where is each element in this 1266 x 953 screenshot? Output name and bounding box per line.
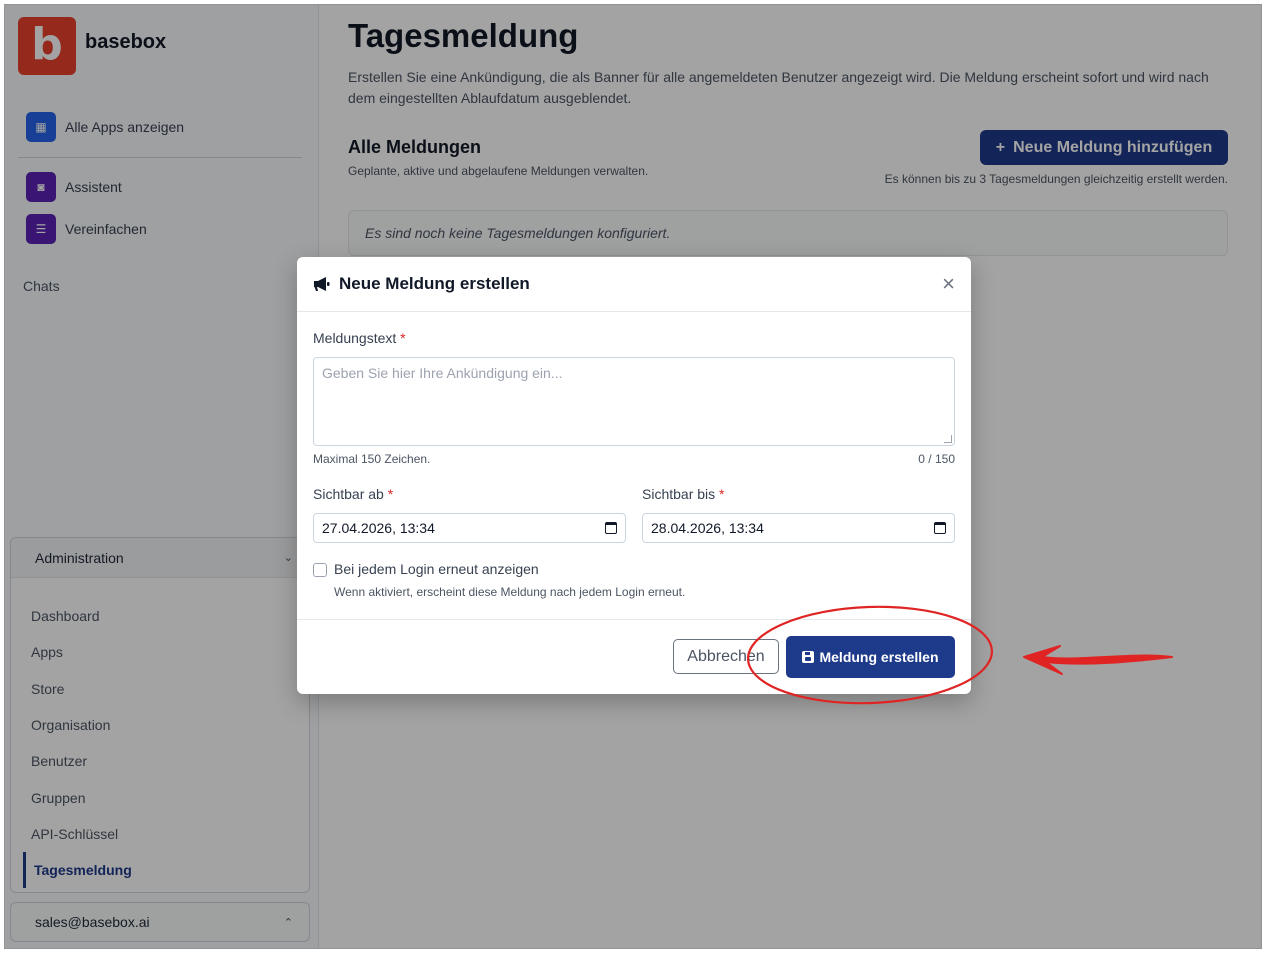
create-message-label: Meldung erstellen	[819, 649, 939, 665]
message-label: Meldungstext *	[313, 330, 406, 346]
create-message-modal: Neue Meldung erstellen × Meldungstext * …	[297, 257, 971, 694]
modal-header: Neue Meldung erstellen ×	[297, 257, 971, 312]
visible-until-input[interactable]: 28.04.2026, 13:34	[642, 513, 955, 543]
close-icon[interactable]: ×	[942, 273, 955, 295]
calendar-icon[interactable]	[934, 522, 946, 534]
visible-until-label: Sichtbar bis *	[642, 486, 725, 502]
show-on-login-hint: Wenn aktiviert, erscheint diese Meldung …	[334, 585, 686, 599]
save-icon	[802, 651, 815, 663]
visible-from-value: 27.04.2026, 13:34	[322, 520, 435, 536]
visible-from-input[interactable]: 27.04.2026, 13:34	[313, 513, 626, 543]
visible-until-value: 28.04.2026, 13:34	[651, 520, 764, 536]
create-message-button[interactable]: Meldung erstellen	[786, 636, 955, 678]
megaphone-icon	[314, 277, 330, 291]
modal-title: Neue Meldung erstellen	[339, 274, 530, 293]
calendar-icon[interactable]	[605, 522, 617, 534]
max-chars-hint: Maximal 150 Zeichen.	[313, 452, 431, 466]
message-textarea[interactable]: Geben Sie hier Ihre Ankündigung ein...	[313, 357, 955, 446]
resize-handle-icon[interactable]	[944, 435, 952, 443]
cancel-button-label: Abbrechen	[687, 647, 765, 665]
message-placeholder: Geben Sie hier Ihre Ankündigung ein...	[322, 365, 563, 381]
modal-footer-divider	[297, 619, 971, 620]
visible-from-label: Sichtbar ab *	[313, 486, 394, 502]
show-on-login-label[interactable]: Bei jedem Login erneut anzeigen	[334, 561, 539, 577]
show-on-login-checkbox[interactable]	[313, 563, 327, 577]
cancel-button[interactable]: Abbrechen	[673, 639, 779, 674]
char-counter: 0 / 150	[918, 452, 955, 466]
